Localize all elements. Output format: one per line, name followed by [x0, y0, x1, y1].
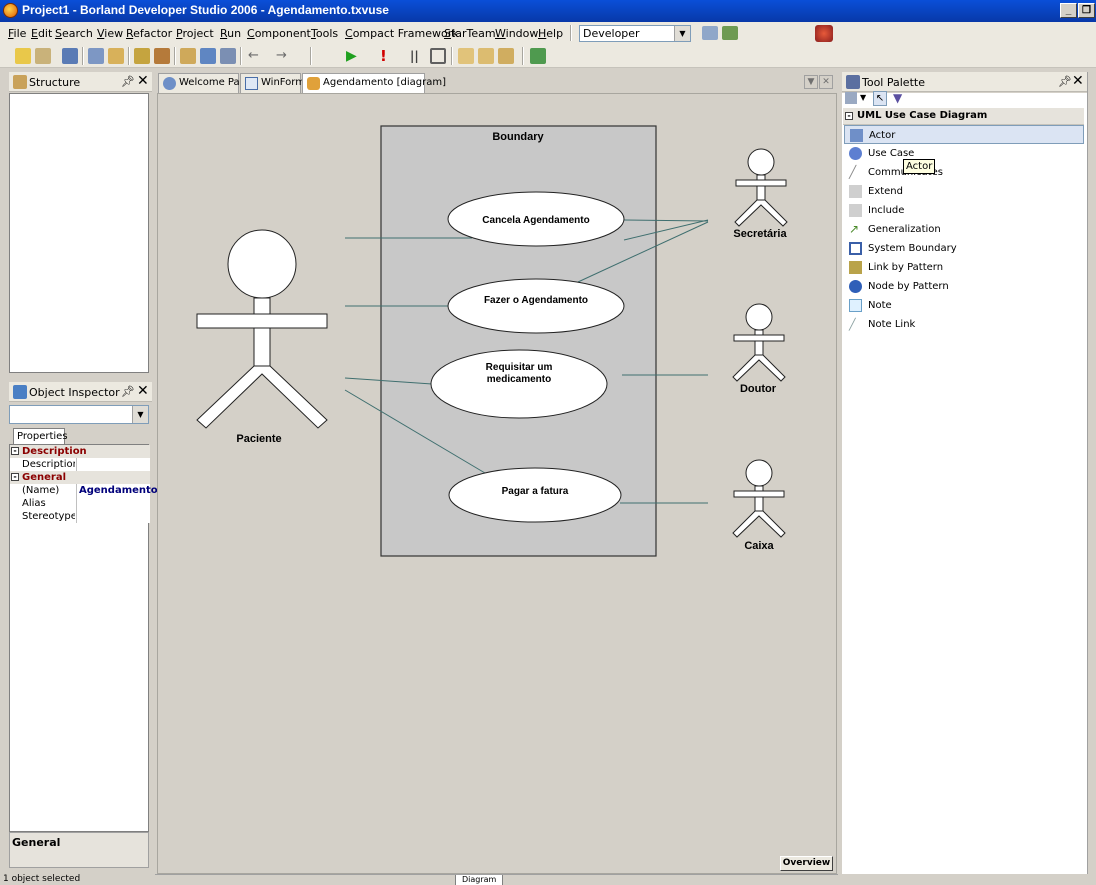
use-case-label-box: Requisitar um medicamento — [485, 362, 553, 385]
palette-item-note-link[interactable]: ╱ Note Link — [844, 315, 1084, 334]
tool-palette-icon — [846, 75, 860, 89]
actor-label: Doutor — [740, 383, 777, 395]
pin-icon[interactable]: 📌︎ — [1058, 75, 1072, 88]
actor-legs — [196, 365, 328, 429]
palette-item-label: Node by Pattern — [868, 281, 949, 292]
diagram-tab-strip: Diagram — [155, 874, 838, 885]
palette-item-label: Use Case — [868, 148, 915, 159]
palette-item-label: Include — [868, 205, 905, 216]
tooltip: Actor — [903, 159, 936, 174]
note-icon — [849, 299, 862, 312]
filter-icon[interactable]: ▼ — [893, 91, 902, 105]
actor-caixa[interactable] — [732, 459, 786, 538]
actor-torso — [253, 327, 271, 373]
actor-arms — [196, 313, 328, 329]
actor-icon — [850, 129, 863, 142]
extend-icon — [849, 185, 862, 198]
boundary-label: Boundary — [492, 131, 544, 143]
use-case-label: Fazer o Agendamento — [484, 295, 588, 306]
association-icon: ╱ — [849, 165, 857, 179]
use-case-label: Requisitar um medicamento — [485, 362, 553, 385]
actor-head — [227, 229, 297, 299]
use-case-label: Pagar a fatura — [502, 486, 569, 497]
actor-head — [745, 303, 773, 331]
note-link-icon: ╱ — [849, 318, 856, 331]
use-case-icon — [849, 147, 862, 160]
actor-arms — [733, 490, 785, 498]
collapse-icon[interactable]: - — [845, 112, 853, 120]
actor-legs — [732, 510, 786, 538]
actor-head — [747, 148, 775, 176]
actor-head — [745, 459, 773, 487]
close-palette-button[interactable]: ✕ — [1072, 73, 1084, 89]
actor-arms — [733, 334, 785, 342]
palette-item-link-by-pattern[interactable]: Link by Pattern — [844, 258, 1084, 277]
palette-item-label: Note — [868, 300, 892, 311]
include-icon — [849, 204, 862, 217]
palette-category-uml[interactable]: - UML Use Case Diagram — [843, 108, 1084, 125]
system-boundary-icon — [849, 242, 862, 255]
actor-doutor[interactable] — [732, 303, 786, 382]
palette-item-label: Note Link — [868, 319, 916, 330]
palette-item-extend[interactable]: Extend — [844, 182, 1084, 201]
overview-button[interactable]: Overview — [780, 856, 833, 871]
actor-arms — [735, 179, 787, 187]
actor-secretaria[interactable] — [734, 148, 788, 227]
palette-item-note[interactable]: Note — [844, 296, 1084, 315]
palette-category-label: UML Use Case Diagram — [857, 110, 988, 121]
tool-palette-header: Tool Palette 📌︎ ✕ — [842, 72, 1087, 92]
node-pattern-icon — [849, 280, 862, 293]
palette-toolbar: ▼ ↖ ▼ — [843, 90, 1083, 108]
actor-legs — [734, 199, 788, 227]
categories-icon[interactable] — [845, 92, 857, 104]
palette-item-include[interactable]: Include — [844, 201, 1084, 220]
palette-item-label: Generalization — [868, 224, 941, 235]
palette-item-actor[interactable]: Actor — [844, 125, 1084, 144]
chevron-down-icon[interactable]: ▼ — [860, 93, 866, 102]
use-case-fazer-agendamento[interactable] — [447, 278, 625, 334]
palette-item-use-case[interactable]: Use Case — [844, 144, 1084, 163]
palette-item-system-boundary[interactable]: System Boundary — [844, 239, 1084, 258]
palette-item-label: Link by Pattern — [868, 262, 944, 273]
status-text: 1 object selected — [3, 874, 81, 884]
palette-item-label: System Boundary — [868, 243, 957, 254]
actor-legs — [732, 354, 786, 382]
actor-label: Paciente — [236, 433, 281, 445]
palette-item-label: Actor — [869, 130, 896, 141]
link-pattern-icon — [849, 261, 862, 274]
palette-item-generalization[interactable]: ↗ Generalization — [844, 220, 1084, 239]
actor-paciente[interactable] — [196, 229, 328, 429]
actor-label: Caixa — [744, 540, 774, 552]
palette-item-communicates[interactable]: ╱Communicates — [844, 163, 1084, 182]
use-case-label: Cancela Agendamento — [482, 215, 589, 226]
generalization-icon: ↗ — [849, 222, 860, 236]
tool-palette-title: Tool Palette — [862, 76, 925, 89]
palette-item-node-by-pattern[interactable]: Node by Pattern — [844, 277, 1084, 296]
palette-item-label: Extend — [868, 186, 903, 197]
actor-label: Secretária — [733, 228, 787, 240]
pointer-icon[interactable]: ↖ — [873, 91, 887, 106]
right-dock-edge — [1087, 72, 1096, 874]
status-bar: 1 object selected Diagram — [0, 874, 1096, 885]
